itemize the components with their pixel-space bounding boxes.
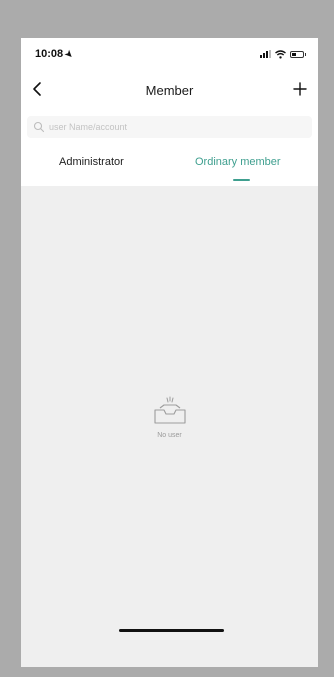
member-tabs: Administrator Ordinary member [21, 144, 318, 186]
status-icons [260, 49, 306, 59]
status-time: 10:08➤ [35, 47, 76, 61]
search-input[interactable] [49, 116, 304, 138]
battery-icon [290, 50, 306, 58]
empty-inbox-icon [153, 396, 186, 424]
active-tab-indicator [233, 179, 250, 181]
tab-administrator[interactable]: Administrator [59, 156, 124, 168]
plus-icon [293, 82, 307, 96]
search-box[interactable] [27, 116, 312, 138]
page-title: Member [145, 83, 194, 98]
signal-icon [260, 50, 271, 58]
nav-bar: Member [21, 72, 318, 110]
status-bar: 10:08➤ [21, 38, 318, 72]
tab-ordinary-member[interactable]: Ordinary member [195, 156, 281, 168]
search-icon [33, 121, 45, 133]
location-icon: ➤ [63, 47, 76, 61]
home-indicator[interactable] [119, 629, 224, 632]
empty-state: No user [21, 396, 318, 439]
wifi-icon [275, 49, 286, 59]
phone-screen: 10:08➤ Member user Name/account Administ… [21, 38, 318, 667]
screenshot-frame: 10:08➤ Member user Name/account Administ… [0, 0, 334, 677]
status-time-text: 10:08 [35, 48, 64, 60]
empty-state-text: No user [157, 432, 182, 439]
add-member-button[interactable] [290, 78, 310, 100]
